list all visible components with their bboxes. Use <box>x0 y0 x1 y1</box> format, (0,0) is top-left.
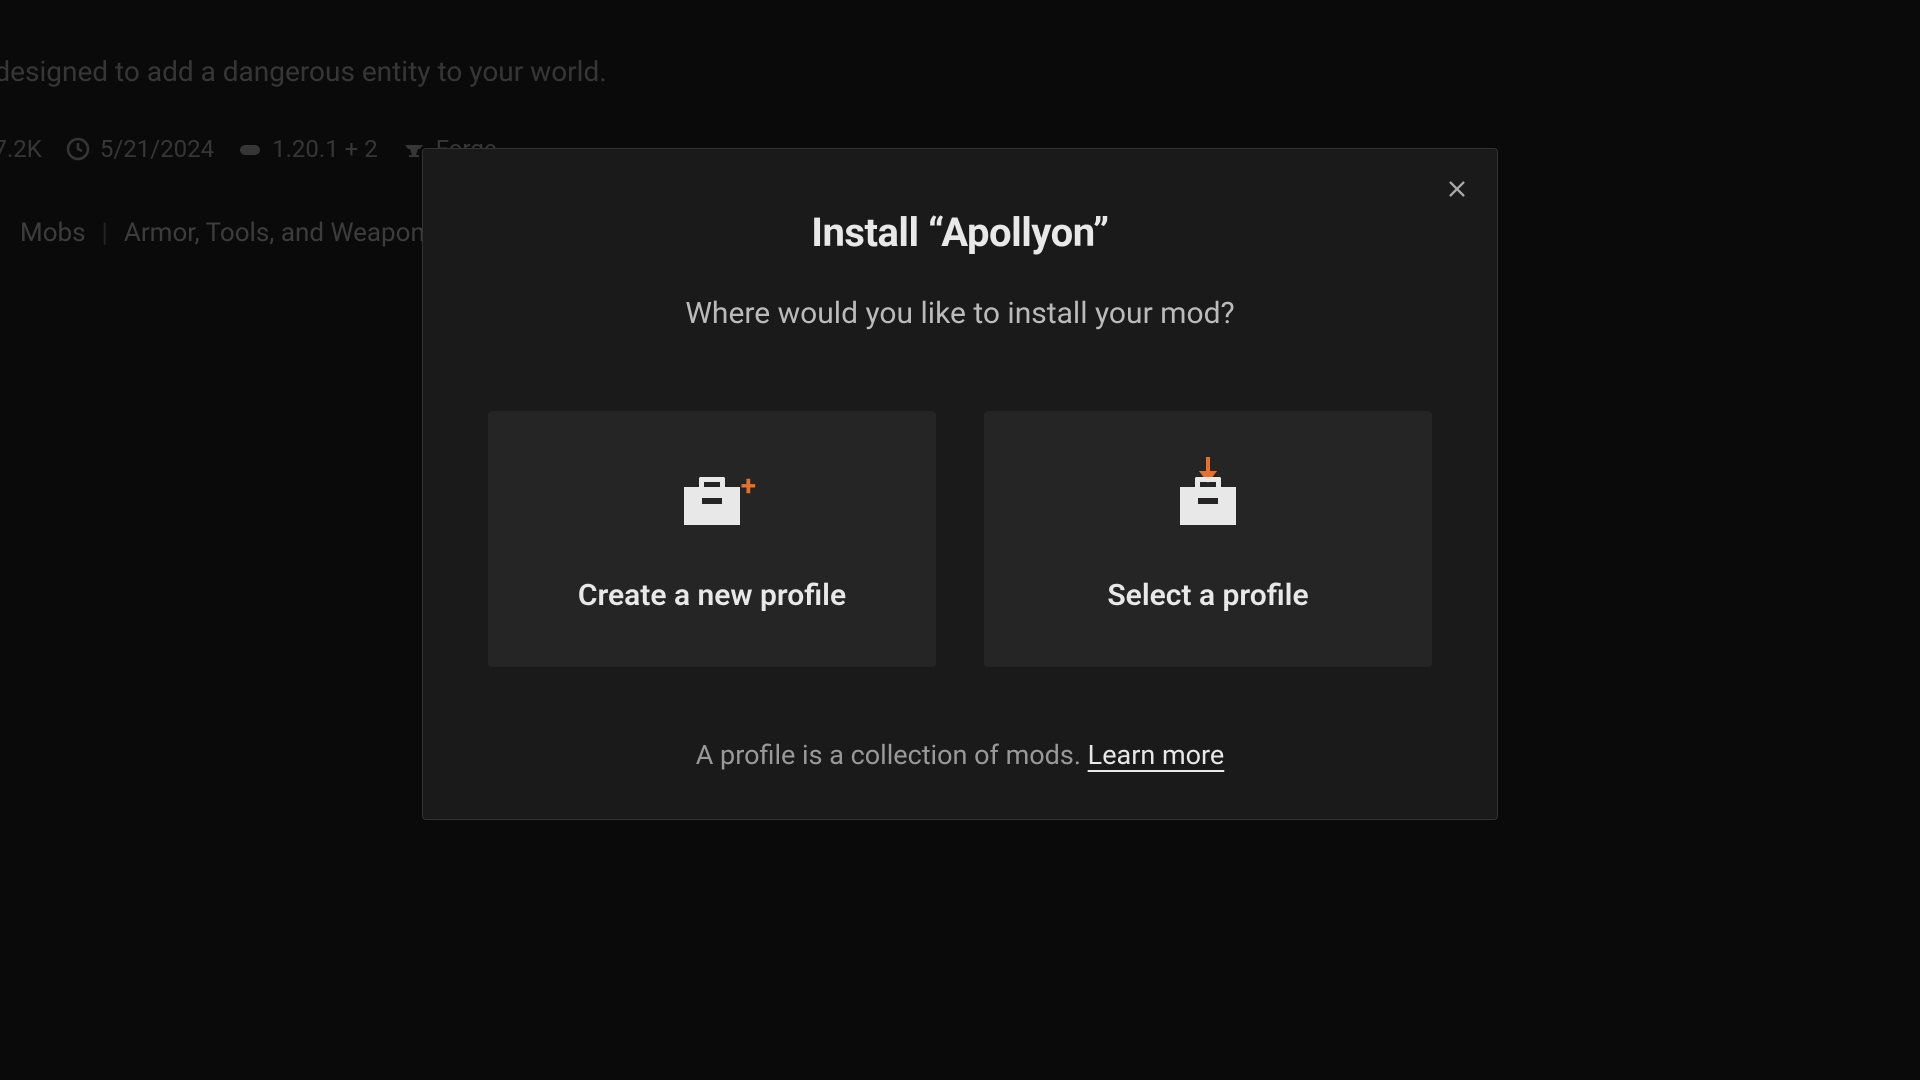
select-profile-card[interactable]: Select a profile <box>984 411 1432 667</box>
select-profile-icon <box>1168 466 1248 546</box>
modal-title: Install “Apollyon” <box>471 209 1449 256</box>
options-container: + Create a new profile <box>471 411 1449 667</box>
footer-text: A profile is a collection of mods. Learn… <box>471 739 1449 771</box>
install-modal: Install “Apollyon” Where would you like … <box>422 148 1498 820</box>
modal-overlay: Install “Apollyon” Where would you like … <box>0 0 1920 1080</box>
close-button[interactable] <box>1441 173 1473 205</box>
select-profile-label: Select a profile <box>1107 578 1308 613</box>
footer-description: A profile is a collection of mods. <box>696 739 1088 771</box>
create-profile-label: Create a new profile <box>578 578 846 613</box>
create-profile-icon: + <box>672 466 752 546</box>
modal-subtitle: Where would you like to install your mod… <box>471 296 1449 331</box>
learn-more-link[interactable]: Learn more <box>1088 739 1225 771</box>
plus-icon: + <box>741 469 756 502</box>
create-profile-card[interactable]: + Create a new profile <box>488 411 936 667</box>
close-icon <box>1446 178 1468 200</box>
